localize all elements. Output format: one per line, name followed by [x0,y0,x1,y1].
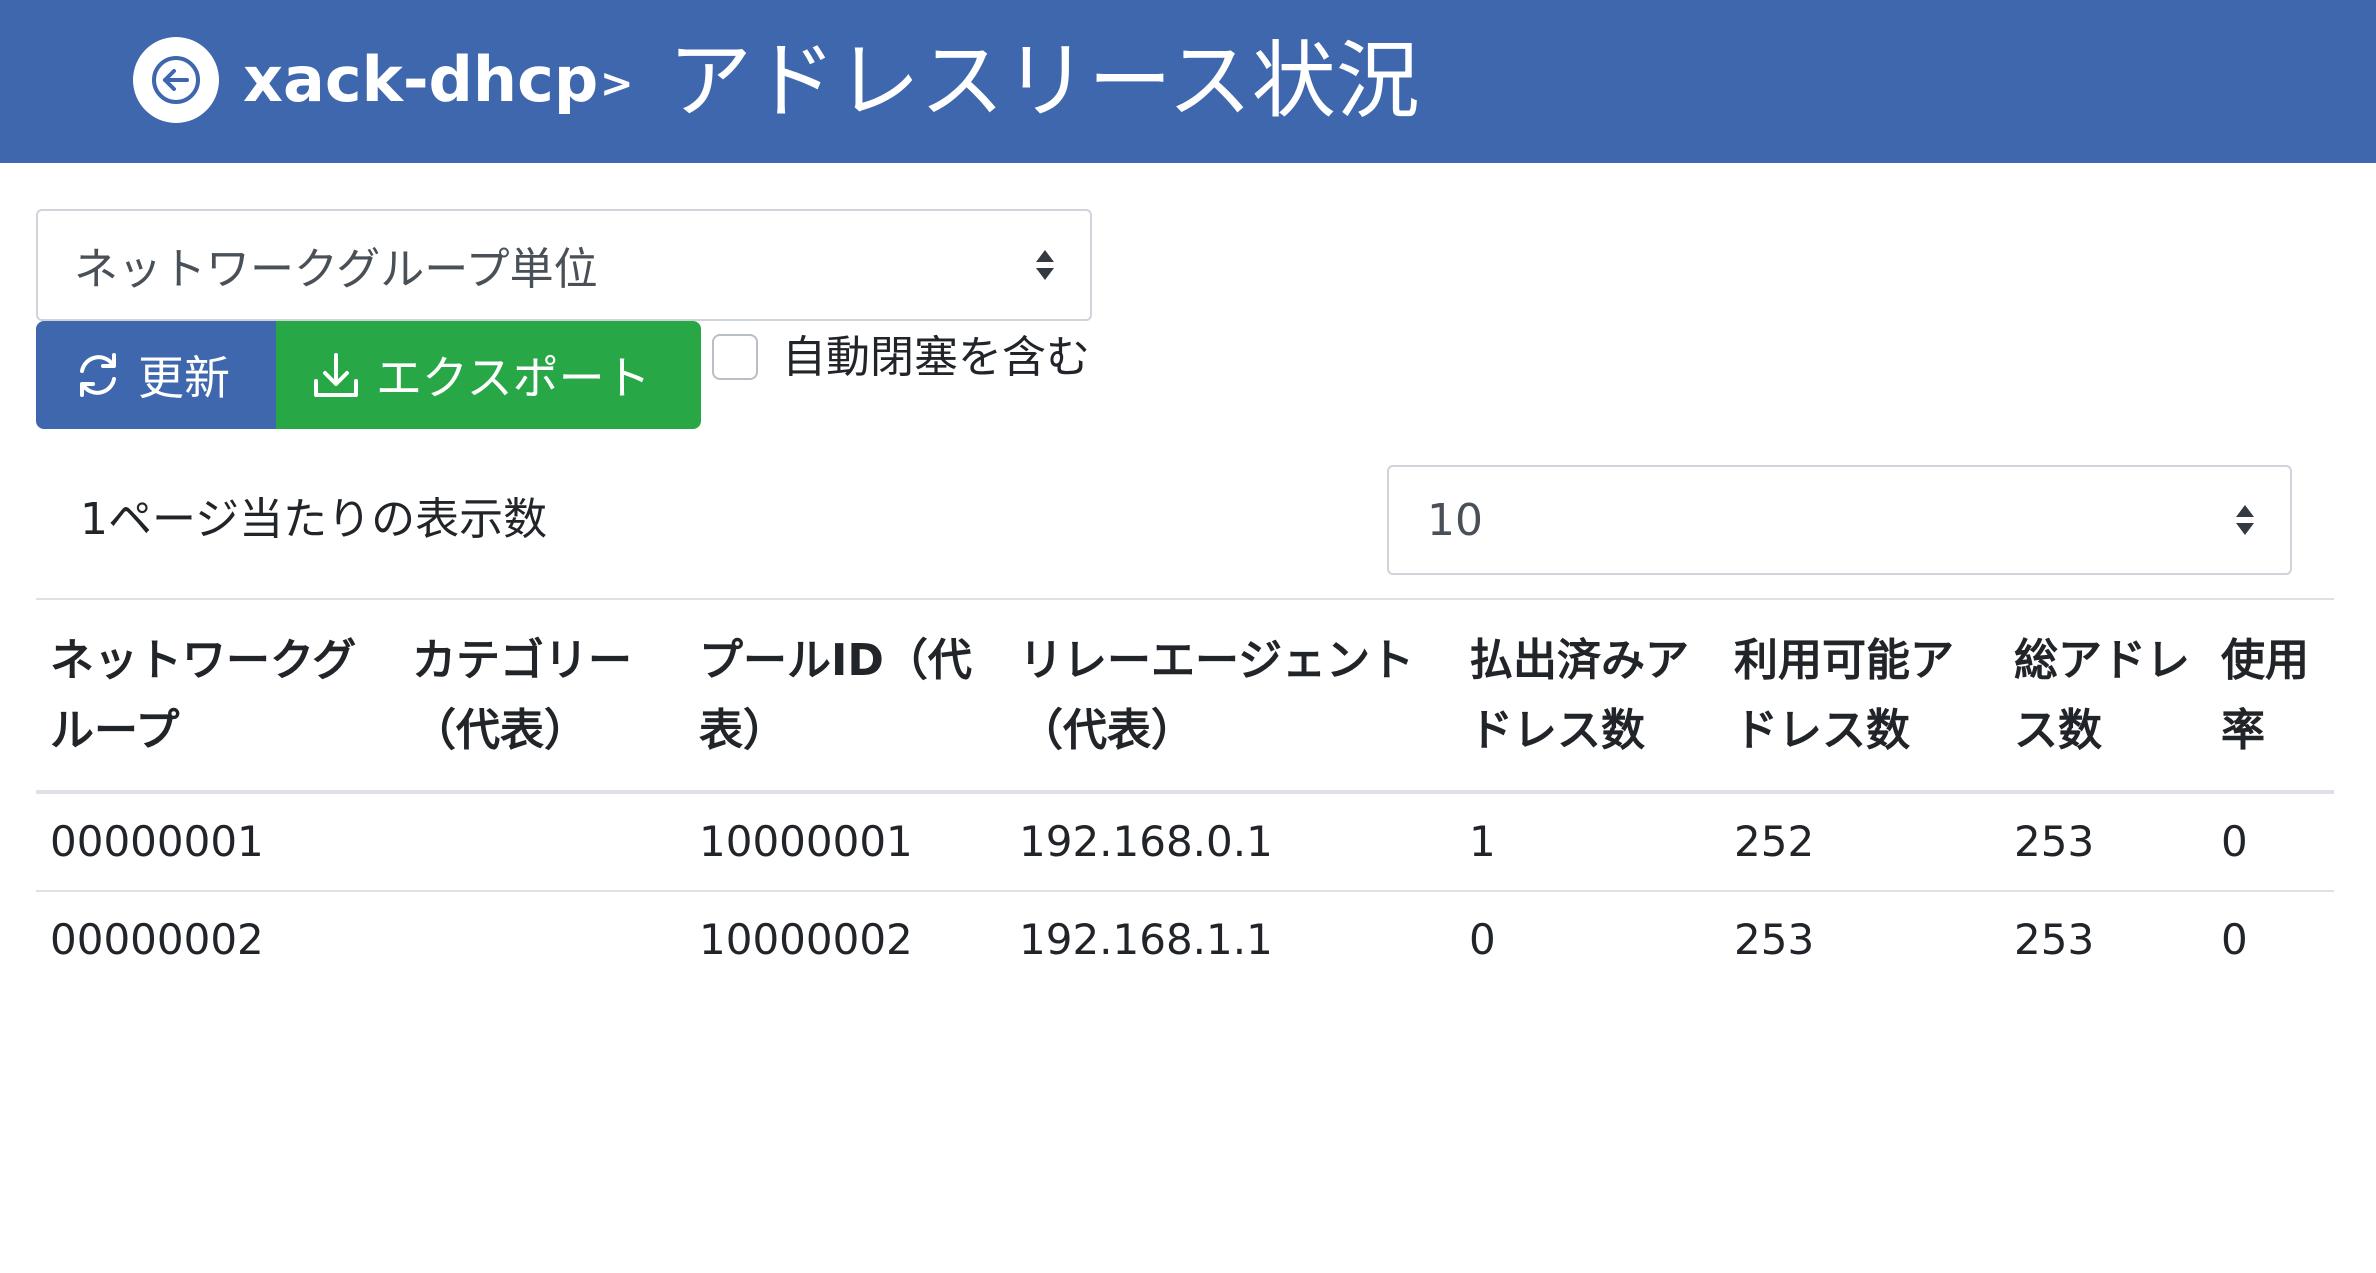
include-auto-closed-checkbox[interactable] [712,334,758,380]
breadcrumb-separator: > [600,61,634,107]
select-arrows-icon [2236,505,2254,535]
refresh-button-label: 更新 [138,351,230,405]
column-header-leased-count[interactable]: 払出済みアドレス数 [1455,598,1720,794]
cell-network-group: 00000001 [36,792,398,892]
app-header: xack-dhcp > アドレスリース状況 [0,0,2376,163]
cell-pool-id: 10000001 [685,792,1005,892]
app-name-link[interactable]: xack-dhcp [243,40,598,120]
cell-available-count: 252 [1720,792,2000,892]
cell-pool-id: 10000002 [699,915,913,964]
column-header-total-count[interactable]: 総アドレス数 [2000,598,2207,794]
lease-table: ネットワークグループ カテゴリー（代表） プールID（代表） リレーエージェント… [36,598,2334,988]
refresh-icon [80,353,116,397]
cell-usage-rate: 0 [2207,792,2334,892]
refresh-button[interactable]: 更新 [36,321,276,429]
column-header-relay-agent[interactable]: リレーエージェント（代表） [1005,598,1455,794]
export-button-label: エクスポート [376,351,651,405]
cell-category [398,792,685,892]
cell-relay-agent: 192.168.1.1 [1019,915,1273,964]
group-unit-select[interactable]: ネットワークグループ単位 [36,209,1092,321]
table-row[interactable]: 00000002 10000002 192.168.1.1 0 253 253 … [36,891,2334,988]
table-row[interactable]: 00000001 10000001 192.168.0.1 1 252 253 … [36,792,2334,892]
column-header-pool-id[interactable]: プールID（代表） [685,598,1005,794]
per-page-select[interactable]: 10 [1387,465,2292,575]
export-button[interactable]: エクスポート [276,321,701,429]
group-unit-select-value: ネットワークグループ単位 [74,244,598,295]
per-page-label: 1ページ当たりの表示数 [80,494,548,545]
column-header-available-count[interactable]: 利用可能アドレス数 [1720,598,2000,794]
cell-usage-rate: 0 [2221,915,2248,964]
include-auto-closed-label[interactable]: 自動閉塞を含む [782,328,1090,388]
page-title: アドレスリース状況 [668,32,1420,130]
cell-total-count: 253 [2014,915,2095,964]
cell-relay-agent: 192.168.0.1 [1005,792,1455,892]
column-header-category[interactable]: カテゴリー（代表） [398,598,685,794]
per-page-select-value: 10 [1427,494,1483,546]
column-header-network-group[interactable]: ネットワークグループ [36,598,398,794]
cell-leased-count: 1 [1455,792,1720,892]
back-button[interactable] [133,37,219,123]
cell-leased-count: 0 [1469,915,1496,964]
arrow-left-icon [152,56,200,104]
cell-total-count: 253 [2000,792,2207,892]
cell-available-count: 253 [1734,915,1815,964]
column-header-usage-rate[interactable]: 使用率 [2207,598,2334,794]
cell-category [398,891,685,988]
download-icon [314,353,358,397]
select-arrows-icon [1036,250,1054,280]
table-header-row: ネットワークグループ カテゴリー（代表） プールID（代表） リレーエージェント… [36,598,2334,794]
cell-network-group: 00000002 [50,915,264,964]
